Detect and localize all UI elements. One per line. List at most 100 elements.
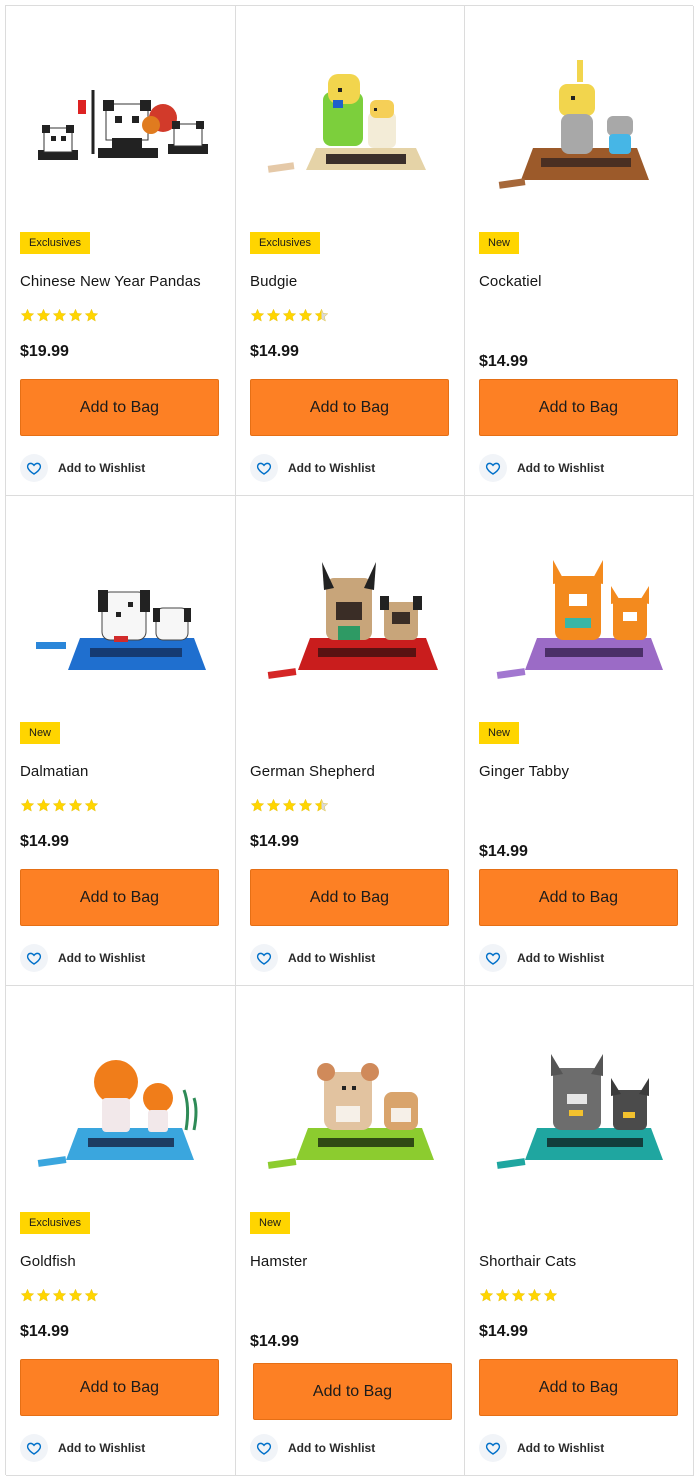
product-image[interactable]: [477, 1010, 682, 1210]
badge-exclusives: Exclusives: [20, 232, 90, 254]
product-title[interactable]: Dalmatian: [20, 763, 88, 780]
star-icon: [36, 308, 51, 322]
rating-stars: [250, 308, 329, 323]
product-card: New Dalmatian $14.99 Add to Bag Add to W…: [6, 496, 236, 986]
product-title[interactable]: Budgie: [250, 273, 297, 290]
product-card: Shorthair Cats $14.99 Add to Bag Add to …: [465, 986, 694, 1476]
heart-icon: [479, 944, 507, 972]
star-icon: [250, 308, 265, 322]
add-to-bag-button[interactable]: Add to Bag: [479, 379, 678, 436]
add-to-bag-button[interactable]: Add to Bag: [479, 1359, 678, 1416]
product-price: $19.99: [20, 343, 69, 360]
star-icon: [543, 1288, 558, 1302]
product-title[interactable]: Chinese New Year Pandas: [20, 273, 201, 290]
product-title[interactable]: Hamster: [250, 1253, 307, 1270]
rating-stars: [20, 798, 99, 813]
star-icon: [298, 798, 313, 812]
star-icon: [250, 798, 265, 812]
product-image[interactable]: [248, 30, 453, 230]
badge-exclusives: Exclusives: [250, 232, 320, 254]
product-image[interactable]: [18, 520, 223, 720]
product-price: $14.99: [479, 843, 528, 860]
add-to-wishlist-button[interactable]: Add to Wishlist: [479, 454, 604, 482]
rating-stars: [20, 308, 99, 323]
product-title[interactable]: Ginger Tabby: [479, 763, 569, 780]
wishlist-label: Add to Wishlist: [517, 461, 605, 475]
add-to-bag-button[interactable]: Add to Bag: [250, 869, 449, 926]
product-title[interactable]: Cockatiel: [479, 273, 542, 290]
star-icon: [282, 308, 297, 322]
product-price: $14.99: [250, 343, 299, 360]
star-icon: [282, 798, 297, 812]
add-to-bag-button[interactable]: Add to Bag: [250, 379, 449, 436]
product-title[interactable]: German Shepherd: [250, 763, 375, 780]
star-icon: [314, 798, 329, 812]
heart-icon: [250, 1434, 278, 1462]
add-to-wishlist-button[interactable]: Add to Wishlist: [479, 944, 604, 972]
wishlist-label: Add to Wishlist: [58, 461, 146, 475]
star-icon: [52, 798, 67, 812]
badge-new: New: [479, 232, 520, 254]
heart-icon: [479, 1434, 507, 1462]
product-title[interactable]: Goldfish: [20, 1253, 76, 1270]
add-to-wishlist-button[interactable]: Add to Wishlist: [479, 1434, 604, 1462]
product-price: $14.99: [250, 1333, 299, 1350]
add-to-wishlist-button[interactable]: Add to Wishlist: [20, 1434, 145, 1462]
star-icon: [511, 1288, 526, 1302]
heart-icon: [20, 1434, 48, 1462]
product-title[interactable]: Shorthair Cats: [479, 1253, 576, 1270]
star-icon: [20, 308, 35, 322]
star-icon: [52, 308, 67, 322]
wishlist-label: Add to Wishlist: [58, 951, 146, 965]
add-to-wishlist-button[interactable]: Add to Wishlist: [250, 944, 375, 972]
star-icon: [298, 308, 313, 322]
product-image[interactable]: [18, 1010, 223, 1210]
wishlist-label: Add to Wishlist: [517, 951, 605, 965]
add-to-bag-button[interactable]: Add to Bag: [20, 869, 219, 926]
rating-stars: [250, 798, 329, 813]
star-icon: [20, 1288, 35, 1302]
star-icon: [84, 308, 99, 322]
star-icon: [266, 798, 281, 812]
badge-new: New: [20, 722, 61, 744]
heart-icon: [250, 454, 278, 482]
add-to-wishlist-button[interactable]: Add to Wishlist: [20, 944, 145, 972]
add-to-wishlist-button[interactable]: Add to Wishlist: [250, 1434, 375, 1462]
star-icon: [479, 1288, 494, 1302]
star-icon: [527, 1288, 542, 1302]
product-price: $14.99: [20, 1323, 69, 1340]
add-to-wishlist-button[interactable]: Add to Wishlist: [20, 454, 145, 482]
add-to-wishlist-button[interactable]: Add to Wishlist: [250, 454, 375, 482]
product-card: Exclusives Chinese New Year Pandas $19.9…: [6, 6, 236, 496]
product-card: New Ginger Tabby $14.99 Add to Bag Add t…: [465, 496, 694, 986]
heart-icon: [250, 944, 278, 972]
product-image[interactable]: [248, 520, 453, 720]
product-card: German Shepherd $14.99 Add to Bag Add to…: [236, 496, 465, 986]
product-image[interactable]: [477, 520, 682, 720]
star-icon: [36, 798, 51, 812]
product-card: Exclusives Budgie $14.99 Add to Bag Add …: [236, 6, 465, 496]
badge-exclusives: Exclusives: [20, 1212, 90, 1234]
star-icon: [266, 308, 281, 322]
add-to-bag-button[interactable]: Add to Bag: [479, 869, 678, 926]
star-icon: [68, 798, 83, 812]
badge-new: New: [479, 722, 520, 744]
product-card: New Hamster $14.99 Add to Bag Add to Wis…: [236, 986, 465, 1476]
product-price: $14.99: [479, 353, 528, 370]
product-card: New Cockatiel $14.99 Add to Bag Add to W…: [465, 6, 694, 496]
product-image[interactable]: [18, 30, 223, 230]
heart-icon: [479, 454, 507, 482]
rating-stars: [479, 1288, 558, 1303]
product-image[interactable]: [477, 30, 682, 230]
star-icon: [84, 798, 99, 812]
add-to-bag-button[interactable]: Add to Bag: [20, 379, 219, 436]
rating-stars: [20, 1288, 99, 1303]
star-icon: [20, 798, 35, 812]
product-grid: Exclusives Chinese New Year Pandas $19.9…: [5, 5, 694, 1476]
product-image[interactable]: [248, 1010, 453, 1210]
add-to-bag-button[interactable]: Add to Bag: [20, 1359, 219, 1416]
star-icon: [84, 1288, 99, 1302]
badge-new: New: [250, 1212, 291, 1234]
add-to-bag-button[interactable]: Add to Bag: [253, 1363, 452, 1420]
star-icon: [495, 1288, 510, 1302]
